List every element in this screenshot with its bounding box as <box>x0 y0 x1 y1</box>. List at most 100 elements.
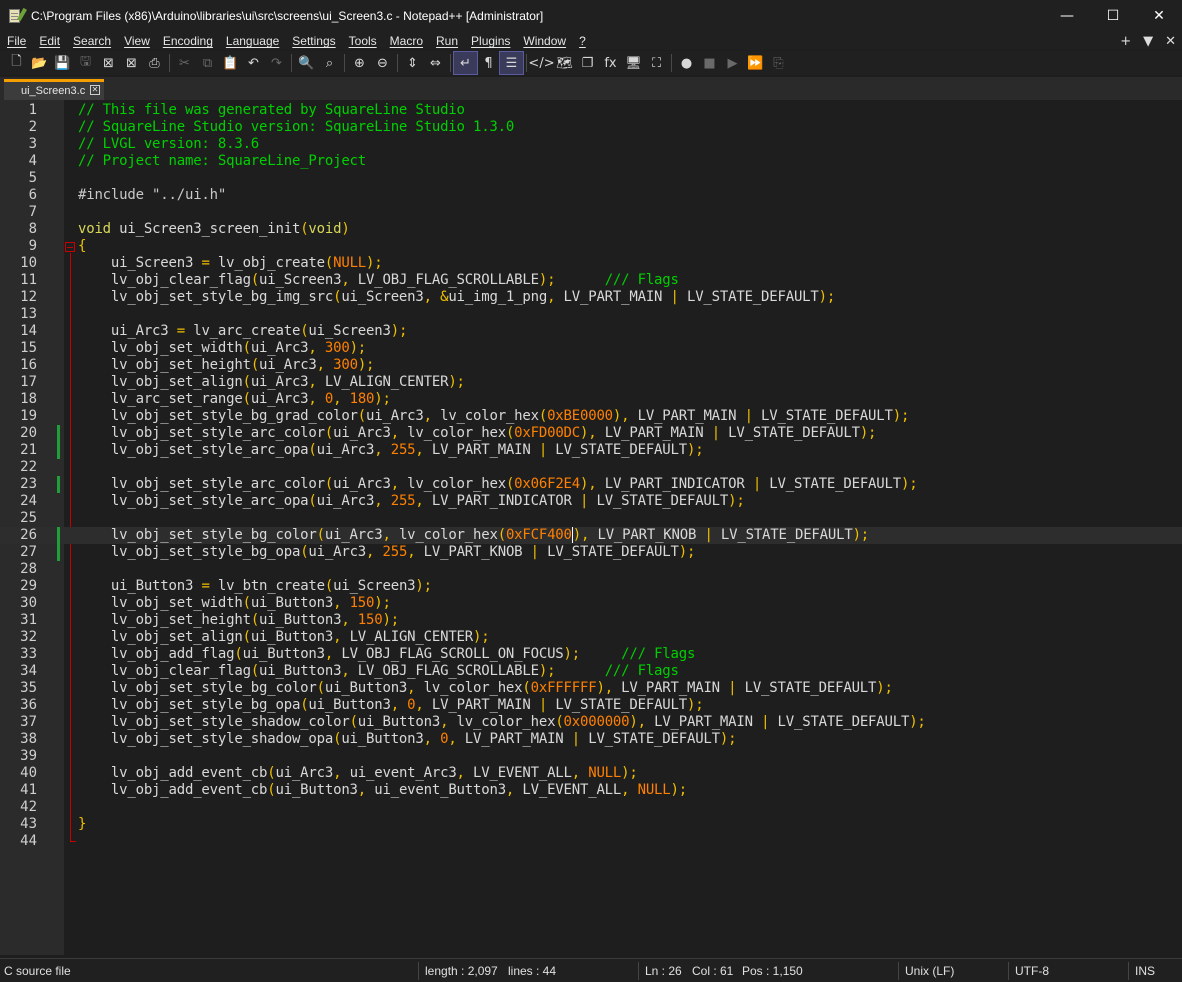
status-encoding[interactable]: UTF-8 <box>1015 963 1049 979</box>
code-line[interactable]: 22 <box>0 459 1182 476</box>
code-line[interactable]: 3 // LVGL version: 8.3.6 <box>0 136 1182 153</box>
code-line[interactable]: 8 void ui_Screen3_screen_init(void) <box>0 221 1182 238</box>
menu-macro[interactable]: Macro <box>383 32 429 50</box>
redo-icon[interactable]: ↷ <box>265 52 288 74</box>
save-all-icon[interactable]: 🖫 <box>74 52 97 74</box>
zoom-in-icon[interactable]: ⊕ <box>348 52 371 74</box>
code-line[interactable]: 28 <box>0 561 1182 578</box>
xml-tag-icon[interactable]: </> <box>528 52 554 74</box>
open-file-icon[interactable]: 📂 <box>28 52 51 74</box>
code-line[interactable]: 7 <box>0 204 1182 221</box>
word-wrap-icon[interactable]: ↵ <box>453 51 478 75</box>
tab-close-icon[interactable]: ✕ <box>90 85 100 95</box>
paste-icon[interactable]: 📋 <box>219 52 242 74</box>
code-line[interactable]: 5 <box>0 170 1182 187</box>
find-icon[interactable]: 🔍 <box>295 52 318 74</box>
function-list-icon[interactable]: fx <box>599 52 622 74</box>
code-line[interactable]: 18 lv_arc_set_range(ui_Arc3, 0, 180); <box>0 391 1182 408</box>
code-line[interactable]: 6 #include "../ui.h" <box>0 187 1182 204</box>
code-line[interactable]: 14 ui_Arc3 = lv_arc_create(ui_Screen3); <box>0 323 1182 340</box>
document-list-icon[interactable]: ❐ <box>576 52 599 74</box>
menu-view[interactable]: View <box>117 32 156 50</box>
show-all-chars-icon[interactable]: ¶ <box>477 52 500 74</box>
code-line[interactable]: 17 lv_obj_set_align(ui_Arc3, LV_ALIGN_CE… <box>0 374 1182 391</box>
code-line[interactable]: 12 lv_obj_set_style_bg_img_src(ui_Screen… <box>0 289 1182 306</box>
code-line[interactable]: 10 ui_Screen3 = lv_obj_create(NULL); <box>0 255 1182 272</box>
code-line[interactable]: 41 lv_obj_add_event_cb(ui_Button3, ui_ev… <box>0 782 1182 799</box>
code-line[interactable]: 40 lv_obj_add_event_cb(ui_Arc3, ui_event… <box>0 765 1182 782</box>
undo-icon[interactable]: ↶ <box>242 52 265 74</box>
sync-horizontal-icon[interactable]: ⇔ <box>424 52 447 74</box>
new-tab-button[interactable]: + <box>1120 34 1131 49</box>
code-line[interactable]: 26 lv_obj_set_style_bg_color(ui_Arc3, lv… <box>0 527 1182 544</box>
menu-tools[interactable]: Tools <box>342 32 383 50</box>
menu-window[interactable]: Window <box>516 32 572 50</box>
close-window-button[interactable]: ✕ <box>1136 0 1182 32</box>
code-line[interactable]: 42 <box>0 799 1182 816</box>
code-line[interactable]: 19 lv_obj_set_style_bg_grad_color(ui_Arc… <box>0 408 1182 425</box>
zoom-out-icon[interactable]: ⊖ <box>371 52 394 74</box>
replace-icon[interactable]: ⌕ <box>318 52 341 74</box>
code-line[interactable]: 13 <box>0 306 1182 323</box>
tab-ui-screen3[interactable]: ui_Screen3.c ✕ <box>4 79 104 100</box>
code-line[interactable]: 29 ui_Button3 = lv_btn_create(ui_Screen3… <box>0 578 1182 595</box>
code-line[interactable]: 32 lv_obj_set_align(ui_Button3, LV_ALIGN… <box>0 629 1182 646</box>
code-line[interactable]: 43} <box>0 816 1182 833</box>
code-line[interactable]: 1 // This file was generated by SquareLin… <box>0 102 1182 119</box>
stop-macro-icon[interactable]: ■ <box>698 52 721 74</box>
menu-edit[interactable]: Edit <box>32 32 66 50</box>
code-editor[interactable]: 1 // This file was generated by SquareLin… <box>0 100 1182 955</box>
maximize-button[interactable]: ☐ <box>1090 0 1136 32</box>
code-line[interactable]: 16 lv_obj_set_height(ui_Arc3, 300); <box>0 357 1182 374</box>
tab-list-dropdown[interactable]: ▼ <box>1143 34 1153 49</box>
code-line[interactable]: 25 <box>0 510 1182 527</box>
sync-vertical-icon[interactable]: ⇕ <box>401 52 424 74</box>
menu-file[interactable]: File <box>0 32 32 50</box>
code-line[interactable]: 21 lv_obj_set_style_arc_opa(ui_Arc3, 255… <box>0 442 1182 459</box>
code-line[interactable]: 33 lv_obj_add_flag(ui_Button3, LV_OBJ_FL… <box>0 646 1182 663</box>
code-line[interactable]: 24 lv_obj_set_style_arc_opa(ui_Arc3, 255… <box>0 493 1182 510</box>
menu-run[interactable]: Run <box>429 32 464 50</box>
menu-language[interactable]: Language <box>219 32 285 50</box>
monitor-icon[interactable]: 🖥 <box>622 52 645 74</box>
code-line[interactable]: 44 <box>0 833 1182 850</box>
save-icon[interactable]: 💾 <box>51 52 74 74</box>
code-line[interactable]: 34 lv_obj_clear_flag(ui_Button3, LV_OBJ_… <box>0 663 1182 680</box>
close-icon[interactable]: ⊠ <box>97 52 120 74</box>
status-eol[interactable]: Unix (LF) <box>905 963 954 979</box>
code-line[interactable]: 39 <box>0 748 1182 765</box>
menu-search[interactable]: Search <box>66 32 117 50</box>
code-line[interactable]: 30 lv_obj_set_width(ui_Button3, 150); <box>0 595 1182 612</box>
code-line[interactable]: 11 lv_obj_clear_flag(ui_Screen3, LV_OBJ_… <box>0 272 1182 289</box>
code-line[interactable]: 38 lv_obj_set_style_shadow_opa(ui_Button… <box>0 731 1182 748</box>
status-insert-mode[interactable]: INS <box>1135 963 1155 979</box>
code-line[interactable]: 36 lv_obj_set_style_bg_opa(ui_Button3, 0… <box>0 697 1182 714</box>
code-line[interactable]: 31 lv_obj_set_height(ui_Button3, 150); <box>0 612 1182 629</box>
play-macro-icon[interactable]: ▶ <box>721 52 744 74</box>
menu-help[interactable]: ? <box>572 32 592 50</box>
code-line[interactable]: 23 lv_obj_set_style_arc_color(ui_Arc3, l… <box>0 476 1182 493</box>
menu-settings[interactable]: Settings <box>285 32 341 50</box>
copy-icon[interactable]: ⧉ <box>196 52 219 74</box>
code-line[interactable]: 20 lv_obj_set_style_arc_color(ui_Arc3, l… <box>0 425 1182 442</box>
code-line[interactable]: 4 // Project name: SquareLine_Project <box>0 153 1182 170</box>
close-all-icon[interactable]: ⊠ <box>120 52 143 74</box>
print-icon[interactable]: ⎙ <box>143 52 166 74</box>
code-line[interactable]: 2 // SquareLine Studio version: SquareLin… <box>0 119 1182 136</box>
document-map-icon[interactable]: 🗺 <box>553 52 576 74</box>
code-line[interactable]: 27 lv_obj_set_style_bg_opa(ui_Arc3, 255,… <box>0 544 1182 561</box>
close-doc-button[interactable]: ✕ <box>1165 34 1176 49</box>
run-macro-multiple-icon[interactable]: ⏩ <box>744 52 767 74</box>
save-macro-icon[interactable]: ⎘ <box>767 52 790 74</box>
cut-icon[interactable]: ✂ <box>173 52 196 74</box>
menu-encoding[interactable]: Encoding <box>156 32 219 50</box>
new-file-icon[interactable]: 🗋 <box>5 52 28 74</box>
code-line[interactable]: 15 lv_obj_set_width(ui_Arc3, 300); <box>0 340 1182 357</box>
code-line[interactable]: 35 lv_obj_set_style_bg_color(ui_Button3,… <box>0 680 1182 697</box>
minimize-button[interactable]: — <box>1044 0 1090 32</box>
indent-guide-icon[interactable]: ☰ <box>499 51 524 75</box>
menu-plugins[interactable]: Plugins <box>464 32 516 50</box>
code-line[interactable]: 37 lv_obj_set_style_shadow_color(ui_Butt… <box>0 714 1182 731</box>
code-line[interactable]: 9{ <box>0 238 1182 255</box>
record-macro-icon[interactable]: ● <box>675 52 698 74</box>
